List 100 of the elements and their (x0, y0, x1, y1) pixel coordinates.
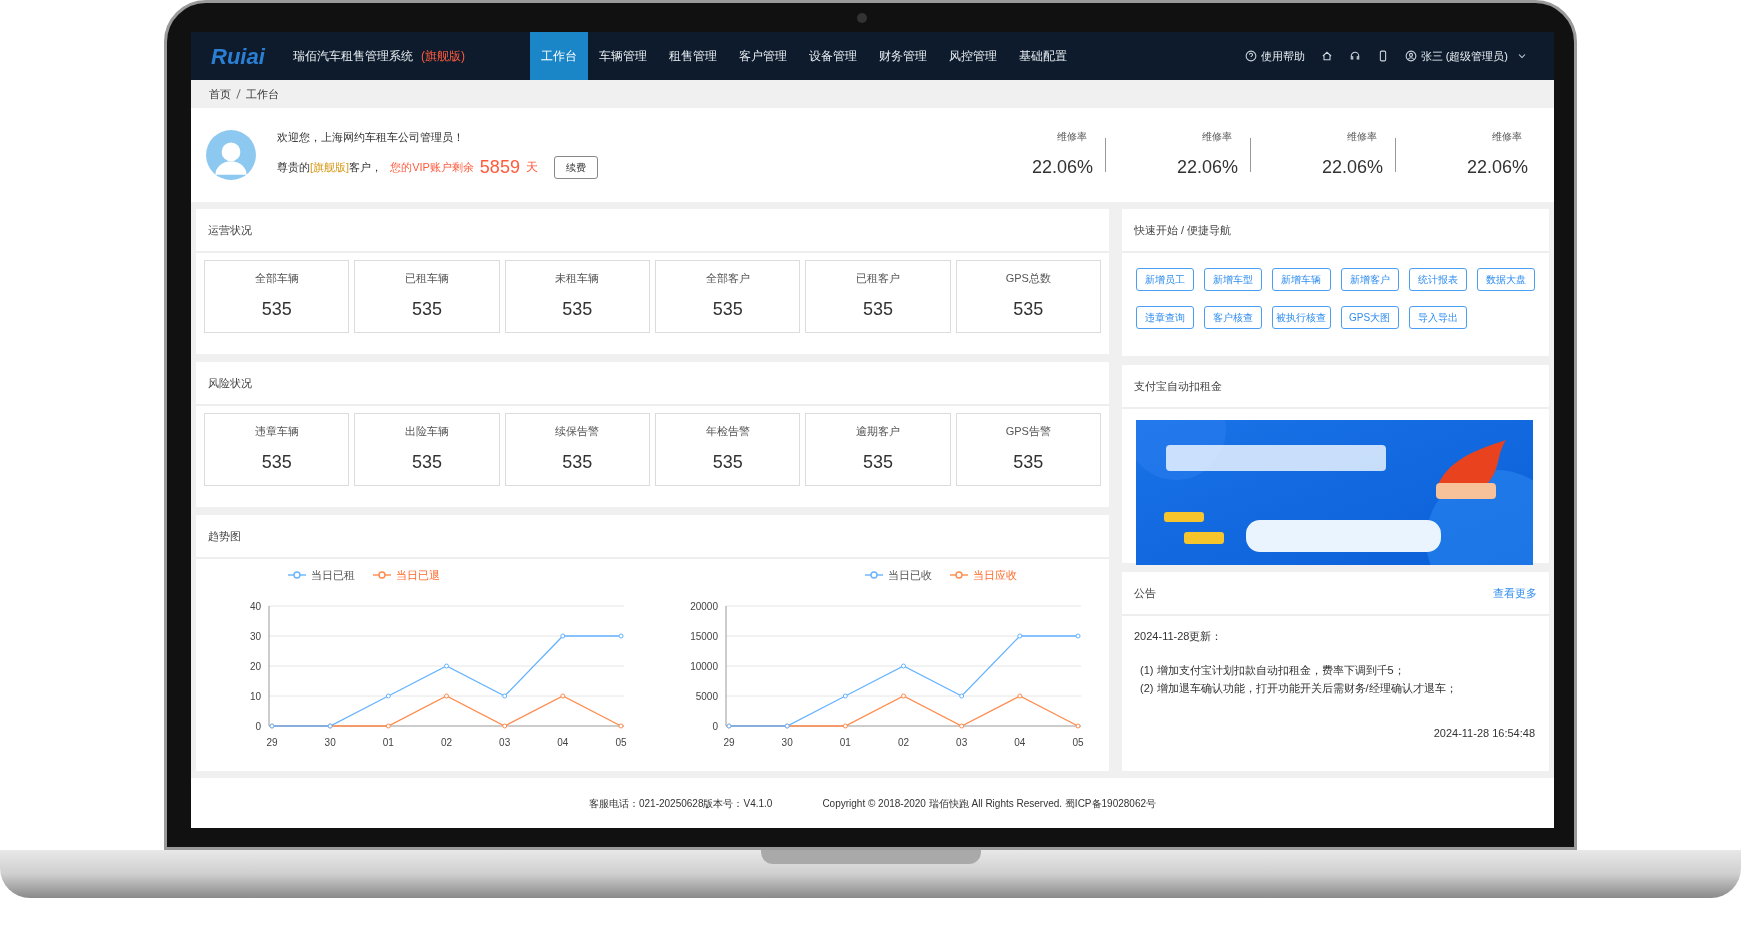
legend-label: 当日已退 (396, 568, 441, 583)
nav-tab[interactable]: 财务管理 (868, 32, 938, 80)
notice-heading: 2024-11-28更新： (1134, 629, 1224, 644)
vip-remaining-text: 您的VIP账户剩余 (390, 160, 474, 175)
x-tick-label: 30 (781, 736, 793, 748)
card-label: 续保告警 (555, 423, 600, 439)
card-label: 出险车辆 (405, 423, 449, 439)
nav-tab[interactable]: 车辆管理 (588, 32, 658, 80)
legend-label: 当日已收 (887, 568, 932, 583)
x-tick-label: 01 (383, 736, 395, 748)
legend-label: 当日已租 (311, 568, 356, 583)
stat-value: 22.06% (1031, 156, 1093, 179)
card-value: 535 (712, 298, 743, 322)
home-button[interactable] (1320, 50, 1333, 62)
stat-value: 22.06% (1466, 156, 1528, 179)
quick-nav-button[interactable]: 新增车型 (1204, 268, 1263, 291)
card-value: 535 (562, 298, 593, 322)
breadcrumb-link[interactable]: 首页 (209, 85, 231, 103)
legend-label: 当日应收 (972, 568, 1017, 583)
nav-tab[interactable]: 设备管理 (798, 32, 868, 80)
vip-days-count: 5859 (479, 155, 520, 179)
card-label: 全部车辆 (254, 270, 299, 286)
panel-title: 趋势图 (208, 528, 241, 544)
data-point (1075, 723, 1081, 728)
legend-marker (949, 570, 968, 581)
stat-value: 22.06% (1176, 156, 1238, 179)
y-tick-label: 20 (250, 660, 262, 672)
headset-icon (1348, 50, 1361, 62)
panel-title: 风险状况 (208, 375, 252, 391)
more-link[interactable]: 查看更多 (1493, 584, 1537, 602)
x-tick-label: 04 (1014, 736, 1026, 748)
quick-nav-button[interactable]: 新增车辆 (1272, 268, 1331, 291)
notice-item: (1) 增加支付宝计划扣款自动扣租金，费率下调到千5； (1139, 662, 1406, 678)
data-point (444, 693, 450, 698)
panel-title: 支付宝自动扣租金 (1134, 378, 1222, 394)
stat-divider (1250, 138, 1251, 172)
nav-tab[interactable]: 工作台 (530, 32, 588, 80)
quick-nav-button[interactable]: 新增员工 (1136, 268, 1195, 291)
quick-nav-button[interactable]: 统计报表 (1408, 268, 1467, 291)
card-value: 535 (261, 298, 292, 322)
panel-title: 运营状况 (208, 222, 252, 238)
quick-nav-button[interactable]: 导入导出 (1408, 306, 1467, 329)
card-label: 已租车辆 (405, 270, 449, 286)
data-point (842, 693, 848, 698)
data-point (958, 723, 964, 728)
nav-tab[interactable]: 客户管理 (728, 32, 798, 80)
data-point (1075, 633, 1081, 638)
card-value: 535 (261, 451, 292, 475)
data-point (386, 723, 392, 728)
quick-nav-button[interactable]: 新增客户 (1340, 268, 1399, 291)
breadcrumb-current: 工作台 (246, 86, 279, 102)
stat-divider (1395, 138, 1396, 172)
welcome-text: 欢迎您，上海网约车租车公司管理员！ (277, 130, 465, 146)
legend-marker (373, 570, 392, 581)
nav-tab[interactable]: 基础配置 (1008, 32, 1078, 80)
data-point (618, 723, 624, 728)
x-tick-label: 29 (723, 736, 735, 748)
data-point (386, 693, 392, 698)
data-point (502, 693, 508, 698)
user-icon (1404, 50, 1417, 62)
card-value: 535 (712, 451, 743, 475)
card-label: 已租客户 (856, 270, 900, 286)
data-point (502, 723, 508, 728)
data-point (958, 693, 964, 698)
card-label: 违章车辆 (254, 423, 299, 439)
membership-text: 尊贵的[旗舰版]客户， (277, 160, 383, 175)
notice-item: (2) 增加退车确认功能，打开功能开关后需财务/经理确认才退车； (1139, 680, 1458, 696)
data-point (560, 633, 566, 638)
notice-time: 2024-11-28 16:54:48 (1433, 725, 1536, 741)
card-label: 年检告警 (705, 423, 750, 439)
renew-button[interactable]: 续费 (553, 155, 598, 179)
help-link[interactable]: 使用帮助 (1244, 47, 1305, 65)
y-tick-label: 20000 (689, 600, 718, 612)
x-tick-label: 05 (615, 736, 627, 748)
stat-label: 维修率 (1492, 130, 1523, 144)
headset-button[interactable] (1348, 50, 1361, 62)
data-point (444, 663, 450, 668)
days-unit: 天 (525, 159, 538, 177)
card-value: 535 (411, 451, 442, 475)
x-tick-label: 04 (557, 736, 569, 748)
quick-nav-button[interactable]: GPS大图 (1340, 306, 1399, 329)
data-point (842, 723, 848, 728)
data-point (560, 693, 566, 698)
x-tick-label: 02 (897, 736, 909, 748)
avatar-icon (205, 129, 257, 181)
quick-nav-button[interactable]: 违章查询 (1136, 306, 1195, 329)
quick-nav-button[interactable]: 数据大盘 (1476, 268, 1535, 291)
y-tick-label: 0 (712, 720, 718, 732)
card-value: 535 (1013, 451, 1044, 475)
user-menu[interactable]: 张三 (超级管理员) (1404, 47, 1528, 65)
nav-tab[interactable]: 租售管理 (658, 32, 728, 80)
x-tick-label: 03 (499, 736, 511, 748)
x-tick-label: 29 (266, 736, 278, 748)
contact-text: 客服电话：021-20250628版本号：V4.1.0 (588, 796, 773, 811)
home-icon (1320, 50, 1333, 62)
nav-tab[interactable]: 风控管理 (938, 32, 1008, 80)
quick-nav-button[interactable]: 客户核查 (1204, 306, 1263, 329)
quick-nav-button[interactable]: 被执行核查 (1272, 306, 1331, 329)
x-tick-label: 02 (441, 736, 453, 748)
stat-label: 维修率 (1202, 130, 1233, 144)
